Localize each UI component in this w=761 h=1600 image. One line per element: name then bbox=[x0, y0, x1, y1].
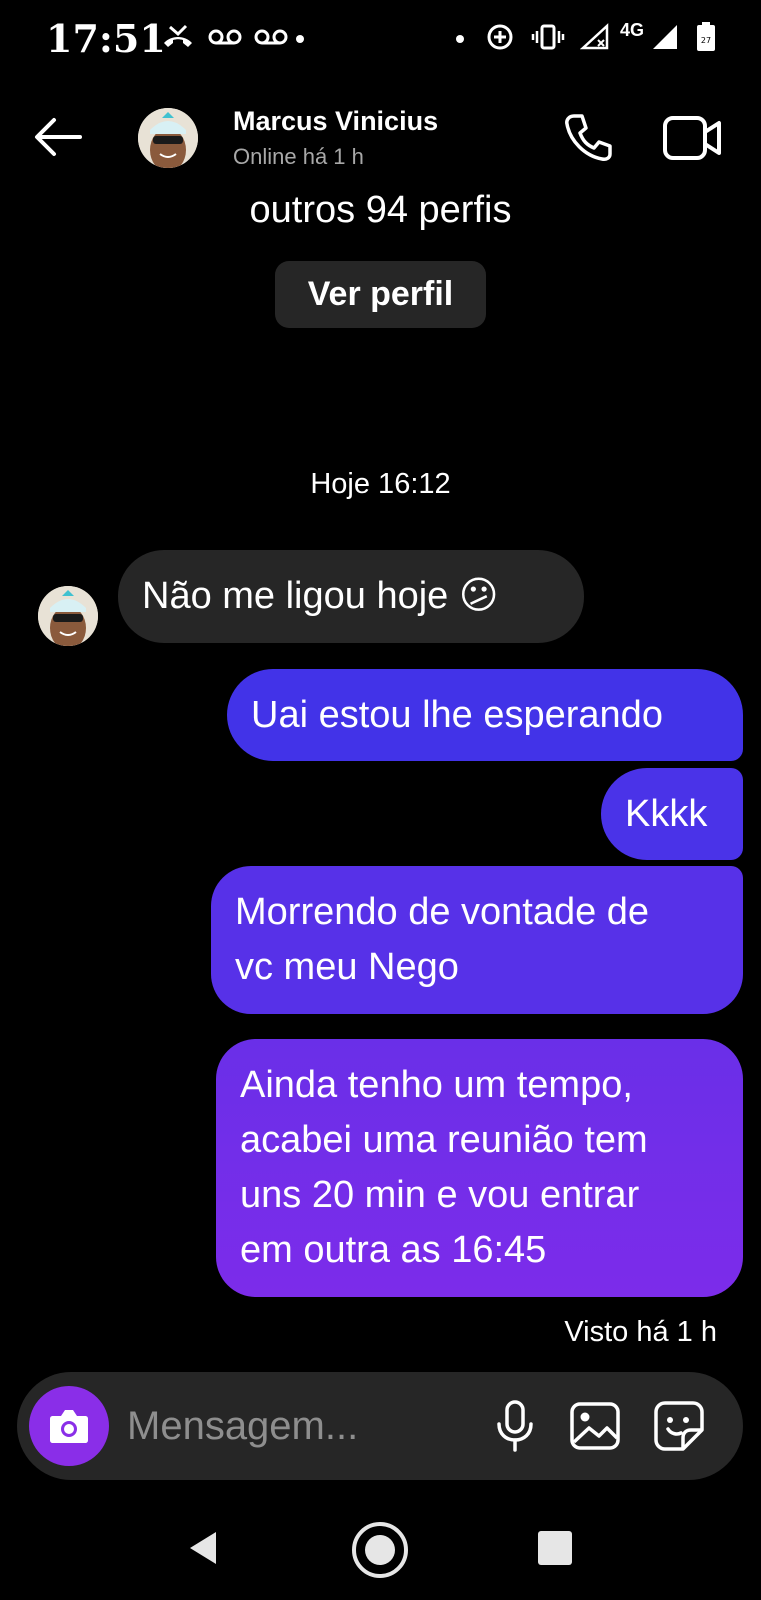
message-bubble-outgoing[interactable]: Uai estou lhe esperando bbox=[227, 669, 743, 761]
message-composer bbox=[17, 1372, 743, 1480]
message-bubble-incoming[interactable]: Não me ligou hoje 😕 bbox=[118, 550, 584, 643]
message-bubble-outgoing[interactable]: Morrendo de vontade de vc meu Nego bbox=[211, 866, 743, 1014]
battery-icon: 27 bbox=[694, 22, 718, 52]
notification-dot bbox=[456, 35, 464, 43]
message-text: Não me ligou hoje 😕 bbox=[142, 575, 499, 617]
seen-status: Visto há 1 h bbox=[564, 1316, 717, 1348]
back-arrow-icon[interactable] bbox=[30, 112, 86, 162]
contact-name[interactable]: Marcus Vinicius bbox=[233, 106, 438, 137]
signal-icon bbox=[650, 22, 680, 52]
battery-level: 27 bbox=[701, 36, 711, 45]
video-call-icon[interactable] bbox=[662, 112, 724, 164]
contact-avatar[interactable] bbox=[138, 108, 198, 168]
message-text: Uai estou lhe esperando bbox=[251, 693, 663, 736]
notification-dot bbox=[296, 35, 304, 43]
contact-status: Online há 1 h bbox=[233, 144, 364, 169]
message-bubble-outgoing[interactable]: Ainda tenho um tempo, acabei uma reunião… bbox=[216, 1039, 743, 1297]
microphone-icon[interactable] bbox=[487, 1398, 543, 1454]
camera-button[interactable] bbox=[29, 1386, 109, 1466]
vibrate-icon bbox=[530, 22, 566, 52]
view-profile-button[interactable]: Ver perfil bbox=[275, 261, 486, 328]
message-text: Kkkk bbox=[625, 792, 708, 835]
voicemail-icon bbox=[254, 22, 288, 52]
sender-avatar[interactable] bbox=[38, 586, 98, 646]
missed-call-icon bbox=[160, 22, 196, 52]
add-circle-icon bbox=[484, 22, 516, 52]
nav-home-icon[interactable] bbox=[350, 1520, 410, 1580]
phone-call-icon[interactable] bbox=[560, 110, 616, 166]
gallery-icon[interactable] bbox=[567, 1398, 623, 1454]
nav-back-icon[interactable] bbox=[184, 1528, 224, 1568]
message-text: Morrendo de vontade de vc meu Nego bbox=[235, 891, 650, 988]
status-time: 17:51 bbox=[46, 16, 166, 61]
date-separator: Hoje 16:12 bbox=[310, 468, 451, 500]
voicemail-icon bbox=[208, 22, 242, 52]
message-input[interactable] bbox=[127, 1396, 467, 1456]
sticker-icon[interactable] bbox=[651, 1398, 707, 1454]
chat-header: Marcus Vinicius Online há 1 h bbox=[0, 90, 761, 190]
message-bubble-outgoing[interactable]: Kkkk bbox=[601, 768, 743, 860]
status-bar: 17:51 4G 27 bbox=[0, 0, 761, 80]
nav-recent-apps-icon[interactable] bbox=[538, 1531, 572, 1565]
network-type: 4G bbox=[620, 20, 645, 40]
camera-icon bbox=[50, 1410, 88, 1443]
signal-no-data-icon bbox=[578, 22, 612, 52]
profile-mutuals-text: outros 94 perfis bbox=[249, 189, 512, 231]
message-text: Ainda tenho um tempo, acabei uma reunião… bbox=[240, 1064, 648, 1271]
